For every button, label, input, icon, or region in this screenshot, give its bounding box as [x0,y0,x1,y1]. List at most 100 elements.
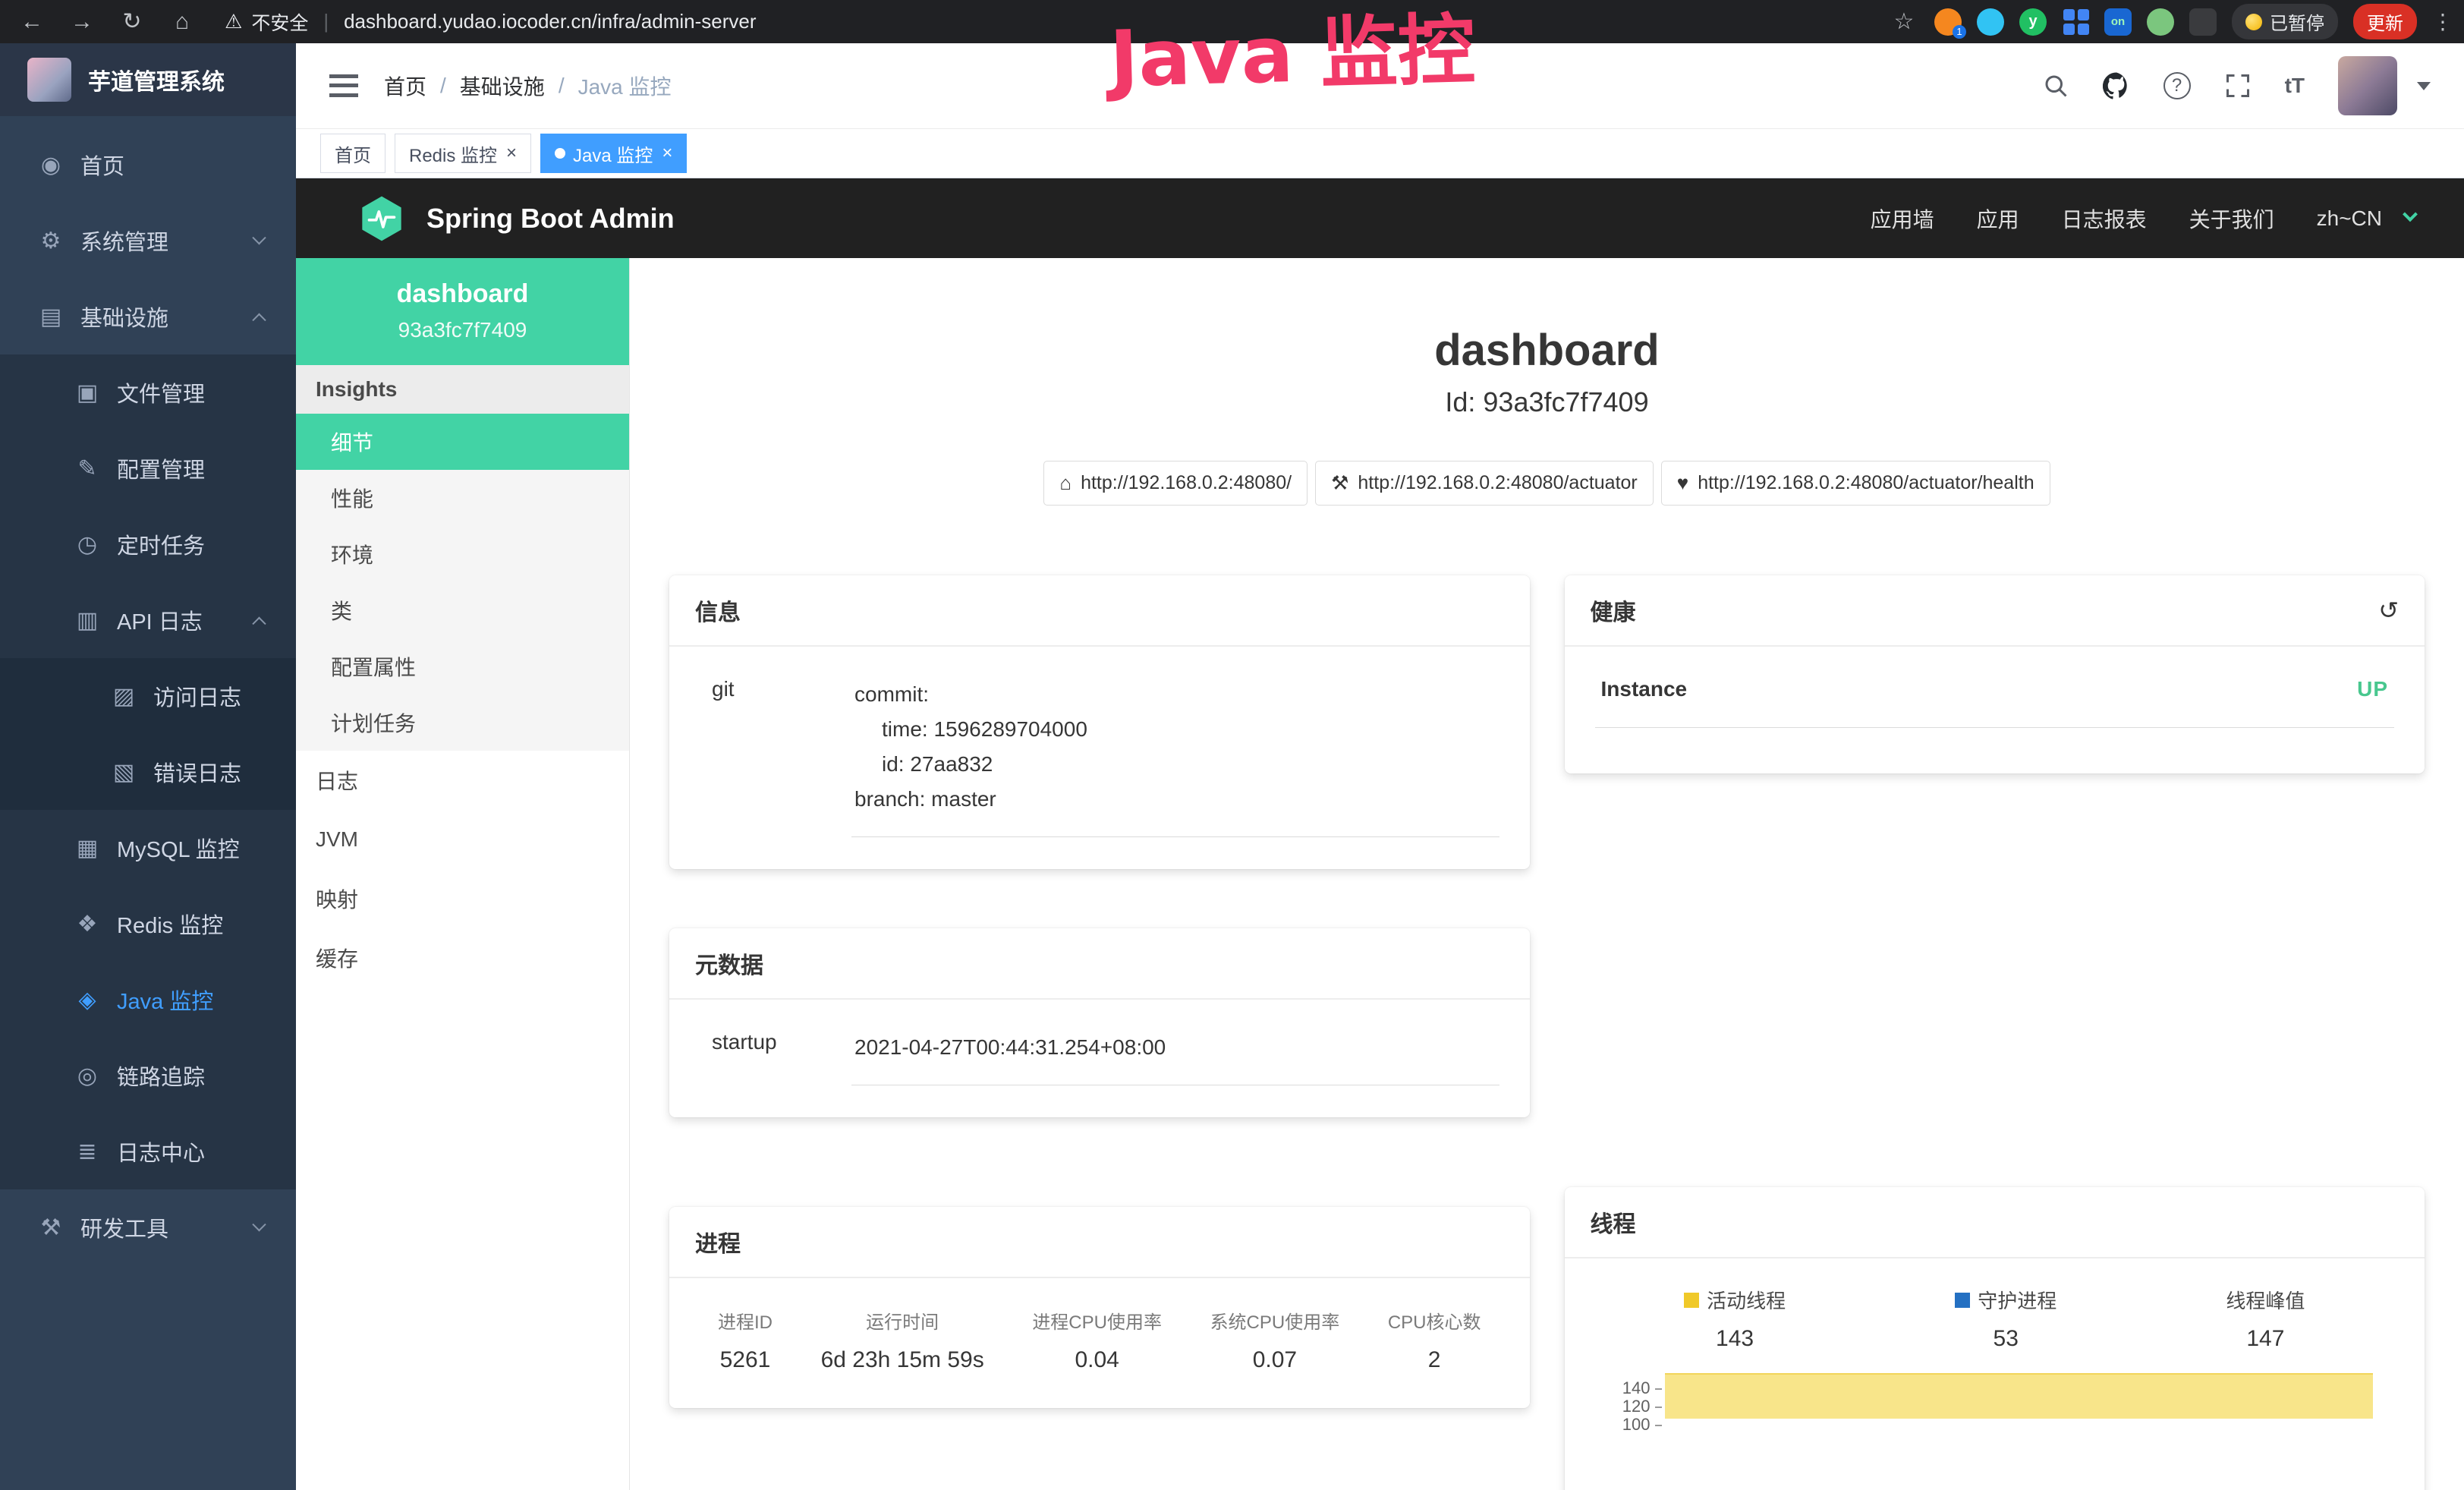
sidebar-item-home[interactable]: ◉ 首页 [0,127,296,203]
sidebar-item-redis-monitor[interactable]: ❖ Redis 监控 [0,886,296,962]
sidebar-item-file-management[interactable]: ▣ 文件管理 [0,354,296,430]
sidebar-item-access-logs[interactable]: ▨ 访问日志 [0,658,296,734]
reload-icon[interactable]: ↻ [117,8,147,35]
extension-icon-1[interactable]: 1 [1934,8,1962,36]
service-url-link[interactable]: ⌂ http://192.168.0.2:48080/ [1043,461,1308,506]
emoji-face-icon [2245,14,2262,30]
sidebar-item-mysql-monitor[interactable]: ▦ MySQL 监控 [0,810,296,886]
process-metric: CPU核心数 2 [1380,1307,1489,1373]
instance-header[interactable]: dashboard 93a3fc7f7409 [296,258,629,365]
history-icon[interactable]: ↺ [2378,596,2399,625]
log-icon: ▥ [70,607,105,634]
sidebar-item-trace[interactable]: ◎ 链路追踪 [0,1038,296,1114]
legend-value: 53 [1955,1326,2056,1352]
extension-icon-2[interactable] [1977,8,2004,36]
metric-label: 系统CPU使用率 [1210,1307,1340,1334]
chart-y-axis: 140 120 100 [1612,1373,1662,1490]
browser-actions: ☆ 1 y on 已暂停 更新 ⋮ [1889,4,2447,39]
extension-icon-3[interactable]: y [2019,8,2047,36]
browser-menu-icon[interactable]: ⋮ [2432,9,2447,34]
health-instance-row[interactable]: Instance UP [1595,677,2395,728]
sidebar-item-system-management[interactable]: ⚙ 系统管理 [0,203,296,279]
access-log-icon: ▨ [106,683,141,710]
sidebar-item-error-logs[interactable]: ▧ 错误日志 [0,734,296,810]
sba-group-jvm[interactable]: JVM [296,810,629,869]
sidebar-item-java-monitor[interactable]: ◈ Java 监控 [0,962,296,1038]
health-url-link[interactable]: ♥ http://192.168.0.2:48080/actuator/heal… [1661,461,2050,506]
sba-nav-app-wall[interactable]: 应用墙 [1871,203,1934,234]
sba-item-config-props[interactable]: 配置属性 [296,638,629,695]
tab-java-monitor[interactable]: Java 监控 × [540,134,687,173]
sba-nav-journal[interactable]: 日志报表 [2062,203,2147,234]
extension-on-icon[interactable]: on [2104,8,2132,36]
sidebar-item-label: API 日志 [117,604,203,636]
insights-section-label: Insights [296,365,629,414]
breadcrumb-infrastructure[interactable]: 基础设施 [460,71,545,101]
process-metric: 系统CPU使用率 0.07 [1203,1307,1348,1373]
extension-leaf-icon[interactable] [2147,8,2174,36]
app-title: 芋道管理系统 [88,63,225,96]
sba-language-select[interactable]: zh~CN [2317,206,2382,231]
y-tick: 120 [1612,1397,1662,1416]
chevron-down-icon[interactable] [2403,206,2418,222]
sidebar-item-api-logs[interactable]: ▥ API 日志 [0,582,296,658]
sidebar-item-scheduled-tasks[interactable]: ◷ 定时任务 [0,506,296,582]
close-icon[interactable]: × [506,143,517,164]
sba-group-logs[interactable]: 日志 [296,751,629,810]
collapse-sidebar-icon[interactable] [329,74,358,97]
sidebar-item-config-management[interactable]: ✎ 配置管理 [0,430,296,506]
sidebar-item-dev-tools[interactable]: ⚒ 研发工具 [0,1189,296,1265]
sidebar-item-label: 访问日志 [153,680,241,712]
gear-icon: ⚙ [33,228,68,254]
security-label[interactable]: 不安全 [251,8,308,36]
extension-grid-icon[interactable] [2062,8,2089,36]
app-logo-avatar [27,58,71,102]
git-branch-line: branch: master [854,782,1496,817]
active-tab-dot [555,148,565,159]
github-icon[interactable] [2103,72,2130,99]
edit-icon: ✎ [70,455,105,482]
avatar-caret-icon[interactable] [2417,82,2431,90]
sidebar-item-label: 研发工具 [80,1211,168,1243]
back-icon[interactable]: ← [17,9,47,35]
sidebar-item-infrastructure[interactable]: ▤ 基础设施 [0,279,296,354]
search-icon[interactable] [2042,72,2069,99]
tab-label: Redis 监控 [409,140,497,167]
metadata-startup-row: startup 2021-04-27T00:44:31.254+08:00 [700,1007,1499,1085]
help-icon[interactable]: ? [2163,72,2191,99]
font-size-icon[interactable]: tT [2285,74,2305,98]
sba-item-classes[interactable]: 类 [296,582,629,638]
sba-group-caches[interactable]: 缓存 [296,928,629,988]
sba-item-details[interactable]: 细节 [296,414,629,470]
address-bar[interactable]: ⚠ 不安全 | dashboard.yudao.iocoder.cn/infra… [225,8,757,36]
close-icon[interactable]: × [662,143,672,164]
sba-nav-applications[interactable]: 应用 [1977,203,2019,234]
tab-redis-monitor[interactable]: Redis 监控 × [395,134,531,173]
wrench-icon: ⚒ [1331,471,1348,495]
y-tick: 140 [1612,1379,1662,1397]
actuator-url-link[interactable]: ⚒ http://192.168.0.2:48080/actuator [1315,461,1654,506]
health-row-label: Instance [1601,677,1688,701]
extension-puzzle-icon[interactable] [2189,8,2217,36]
user-avatar[interactable] [2338,56,2397,115]
sba-item-performance[interactable]: 性能 [296,470,629,526]
bookmark-star-icon[interactable]: ☆ [1889,8,1919,35]
threads-legend: 活动线程 143 守护进程 [1595,1266,2395,1352]
metadata-key: startup [700,1007,851,1085]
update-button[interactable]: 更新 [2353,4,2417,39]
browser-home-icon[interactable]: ⌂ [167,9,197,35]
fullscreen-icon[interactable] [2224,72,2252,99]
sidebar-item-label: 基础设施 [80,301,168,332]
tab-home[interactable]: 首页 [320,134,385,173]
url-text[interactable]: dashboard.yudao.iocoder.cn/infra/admin-s… [344,10,756,33]
forward-icon[interactable]: → [67,9,97,35]
sba-item-scheduled-tasks[interactable]: 计划任务 [296,695,629,751]
sidebar-item-log-center[interactable]: ≣ 日志中心 [0,1114,296,1189]
paused-badge[interactable]: 已暂停 [2232,4,2338,39]
app-logo[interactable]: 芋道管理系统 [0,43,296,116]
sba-nav-about[interactable]: 关于我们 [2189,203,2274,234]
sba-group-mappings[interactable]: 映射 [296,869,629,928]
breadcrumb-home[interactable]: 首页 [384,71,426,101]
sba-item-environment[interactable]: 环境 [296,526,629,582]
threads-card: 线程 活动线程 [1565,1187,2425,1490]
